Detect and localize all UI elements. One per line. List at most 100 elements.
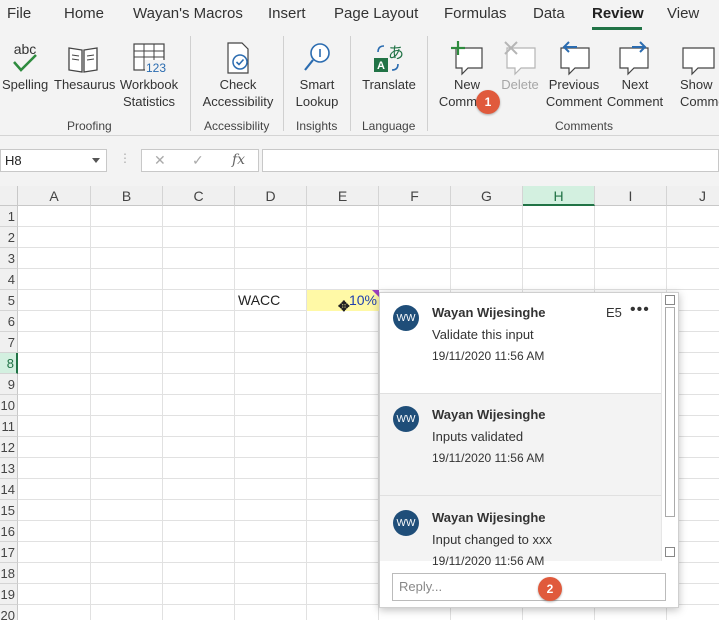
delete-comment-icon (498, 34, 542, 76)
comment-thread-pane: WW Wayan Wijesinghe E5 ••• Validate this… (379, 292, 679, 608)
statistics-icon: 123 (118, 34, 180, 76)
next-comment-button[interactable]: Next Comment (606, 34, 664, 110)
delete-comment-button[interactable]: Delete (498, 34, 542, 93)
reply-input[interactable]: Reply... (392, 573, 666, 601)
column-header-h[interactable]: H (523, 186, 595, 206)
select-all-corner[interactable] (0, 186, 18, 206)
column-header-i[interactable]: I (595, 186, 667, 206)
column-header-b[interactable]: B (91, 186, 163, 206)
name-box-value: H8 (5, 153, 22, 168)
workbook-statistics-label-1: Workbook (119, 77, 179, 92)
comment-reply[interactable]: WW Wayan Wijesinghe Inputs validated 19/… (380, 393, 661, 495)
row-header-10[interactable]: 10 (0, 395, 18, 416)
gridline (18, 226, 719, 227)
row-header-7[interactable]: 7 (0, 332, 18, 353)
insert-function-icon[interactable]: fx (232, 152, 245, 168)
translate-icon: A あ (360, 34, 418, 76)
tab-wayans-macros[interactable]: Wayan's Macros (133, 5, 243, 22)
thesaurus-button[interactable]: Thesaurus (54, 34, 115, 93)
tab-data[interactable]: Data (533, 5, 565, 22)
row-header-8[interactable]: 8 (0, 353, 18, 374)
svg-text:あ: あ (388, 43, 404, 62)
column-header-f[interactable]: F (379, 186, 451, 206)
scroll-down-icon[interactable] (665, 547, 675, 557)
cell-d5[interactable]: WACC (238, 290, 280, 311)
comment-reply[interactable]: WW Wayan Wijesinghe Input changed to xxx… (380, 495, 661, 568)
column-header-e[interactable]: E (307, 186, 379, 206)
tab-home[interactable]: Home (64, 5, 104, 22)
group-label-comments: Comments (555, 119, 614, 133)
comment-text: Input changed to xxx (432, 532, 552, 547)
previous-comment-label-1: Previous (548, 77, 600, 92)
column-header-j[interactable]: J (667, 186, 719, 206)
tab-view[interactable]: View (667, 5, 699, 22)
row-header-4[interactable]: 4 (0, 269, 18, 290)
row-header-16[interactable]: 16 (0, 521, 18, 542)
row-header-1[interactable]: 1 (0, 206, 18, 227)
svg-text:A: A (377, 60, 385, 72)
workbook-statistics-label-2: Statistics (122, 94, 175, 109)
row-header-13[interactable]: 13 (0, 458, 18, 479)
row-header-3[interactable]: 3 (0, 248, 18, 269)
row-header-17[interactable]: 17 (0, 542, 18, 563)
column-header-d[interactable]: D (235, 186, 307, 206)
column-header-a[interactable]: A (18, 186, 91, 206)
row-header-15[interactable]: 15 (0, 500, 18, 521)
gridline (18, 247, 719, 248)
formula-buttons: ✕ ✓ fx (141, 149, 259, 172)
chevron-down-icon[interactable] (92, 158, 100, 163)
show-comments-label-1: Show (680, 77, 713, 92)
comment-timestamp: 19/11/2020 11:56 AM (432, 349, 545, 363)
previous-comment-icon (544, 34, 604, 76)
enter-icon[interactable]: ✓ (192, 152, 204, 169)
comment-author: Wayan Wijesinghe (432, 305, 546, 320)
show-comments-icon (680, 34, 719, 76)
previous-comment-label-2: Comment (545, 94, 603, 109)
tab-review[interactable]: Review (592, 5, 644, 22)
translate-button[interactable]: A あ Translate (360, 34, 418, 93)
previous-comment-button[interactable]: Previous Comment (544, 34, 604, 110)
smart-lookup-label-1: Smart (299, 77, 335, 92)
comment-scrollbar[interactable] (661, 293, 678, 561)
group-separator (350, 36, 351, 131)
check-accessibility-label-2: Accessibility (202, 94, 274, 109)
column-header-g[interactable]: G (451, 186, 523, 206)
group-label-proofing: Proofing (67, 119, 112, 133)
check-accessibility-button[interactable]: Check Accessibility (202, 34, 274, 110)
row-header-12[interactable]: 12 (0, 437, 18, 458)
more-options-icon[interactable]: ••• (630, 301, 650, 319)
tab-page-layout[interactable]: Page Layout (334, 5, 418, 22)
spelling-icon: abc (2, 34, 48, 76)
workbook-statistics-button[interactable]: 123 Workbook Statistics (118, 34, 180, 110)
show-comments-label-2: Comments (680, 94, 719, 109)
tab-formulas[interactable]: Formulas (444, 5, 507, 22)
row-header-2[interactable]: 2 (0, 227, 18, 248)
comment-author: Wayan Wijesinghe (432, 510, 546, 525)
tab-insert[interactable]: Insert (268, 5, 306, 22)
row-header-6[interactable]: 6 (0, 311, 18, 332)
row-header-5[interactable]: 5 (0, 290, 18, 311)
group-separator (190, 36, 191, 131)
scroll-up-icon[interactable] (665, 295, 675, 305)
scrollbar-thumb[interactable] (665, 307, 675, 517)
row-header-11[interactable]: 11 (0, 416, 18, 437)
comment-thread-main[interactable]: WW Wayan Wijesinghe E5 ••• Validate this… (380, 293, 661, 393)
spelling-button[interactable]: abc Spelling (2, 34, 48, 93)
row-header-14[interactable]: 14 (0, 479, 18, 500)
cancel-icon[interactable]: ✕ (154, 152, 166, 169)
comment-timestamp: 19/11/2020 11:56 AM (432, 451, 545, 465)
stats-number: 123 (146, 61, 166, 75)
tab-file[interactable]: File (7, 5, 31, 22)
avatar: WW (393, 406, 419, 432)
name-box[interactable]: H8 (0, 149, 107, 172)
row-header-18[interactable]: 18 (0, 563, 18, 584)
smart-lookup-button[interactable]: Smart Lookup (294, 34, 340, 110)
column-header-c[interactable]: C (163, 186, 235, 206)
formula-input[interactable] (262, 149, 719, 172)
book-icon (54, 34, 112, 76)
ribbon: abc Spelling Thesaurus 123 Workbook Stat… (0, 30, 719, 136)
show-comments-button[interactable]: Show Comments (668, 34, 719, 110)
row-header-9[interactable]: 9 (0, 374, 18, 395)
row-header-20[interactable]: 20 (0, 605, 18, 620)
row-header-19[interactable]: 19 (0, 584, 18, 605)
